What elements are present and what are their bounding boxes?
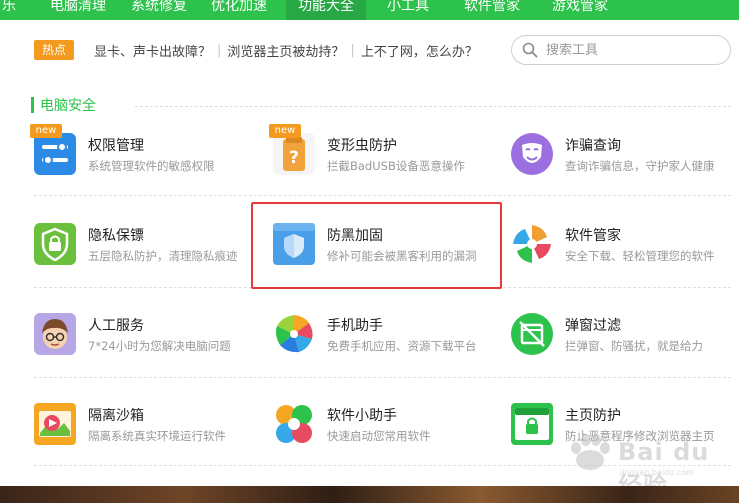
sandbox-icon (34, 403, 76, 445)
tool-permission-manager[interactable]: new 权限管理 系统管理软件的敏感权限 (30, 124, 274, 181)
watermark-url: jingyan.baidu.com (620, 468, 694, 477)
hot-badge: 热点 (34, 40, 74, 60)
selection-highlight-box (251, 202, 502, 289)
tool-name: 软件管家 (565, 228, 621, 244)
tool-name: 权限管理 (88, 138, 144, 154)
tool-name: 软件小助手 (327, 408, 397, 424)
tool-sandbox[interactable]: 隔离沙箱 隔离系统真实环境运行软件 (34, 403, 274, 451)
software-manager-icon (513, 225, 551, 263)
tab-software[interactable]: 软件管家 (460, 0, 524, 20)
tool-popup-filter[interactable]: 弹窗过滤 拦弹窗、防骚扰，就是给力 (511, 313, 739, 361)
tool-name: 隐私保镖 (88, 228, 144, 244)
top-nav: 乐 电脑清理 系统修复 优化加速 功能大全 小工具 软件管家 游戏管家 (0, 0, 739, 20)
tool-desc: 五层隐私防护，清理隐私痕迹 (88, 249, 238, 263)
popup-filter-icon (511, 313, 553, 355)
tool-privacy-guard[interactable]: 隐私保镖 五层隐私防护，清理隐私痕迹 (34, 223, 274, 271)
hot-links: 显卡、声卡出故障？ | 浏览器主页被劫持？ | 上不了网，怎么办？ (94, 41, 478, 60)
tool-amoeba-protection[interactable]: new ? 变形虫防护 拦截BadUSB设备恶意操作 (269, 124, 513, 181)
tool-desc: 查询诈骗信息，守护家人健康 (565, 159, 715, 173)
baidu-paw-icon (571, 434, 610, 470)
tool-desc: 7*24小时为您解决电脑问题 (88, 339, 231, 353)
tool-name: 变形虫防护 (327, 138, 397, 154)
tool-software-manager[interactable]: 软件管家 安全下载、轻松管理您的软件 (511, 223, 739, 271)
tool-search-box[interactable] (511, 35, 731, 65)
human-service-icon (34, 313, 76, 355)
fraud-mask-icon (511, 133, 553, 175)
tool-desc: 拦弹窗、防骚扰，就是给力 (565, 339, 703, 353)
tab-speedup[interactable]: 优化加速 (207, 0, 271, 20)
tool-desc: 隔离系统真实环境运行软件 (88, 429, 226, 443)
tool-desc: 免费手机应用、资源下载平台 (327, 339, 477, 353)
tool-software-helper[interactable]: 软件小助手 快速启动您常用软件 (273, 403, 513, 451)
tab-games[interactable]: 游戏管家 (548, 0, 612, 20)
tool-name: 诈骗查询 (565, 138, 621, 154)
tool-name: 人工服务 (88, 318, 144, 334)
section-title: 电脑安全 (40, 98, 96, 114)
tab-features[interactable]: 功能大全 (286, 0, 366, 20)
section-divider (135, 106, 731, 107)
section-accent-bar (31, 97, 34, 113)
svg-text:?: ? (289, 148, 299, 168)
new-tag: new (30, 124, 62, 138)
search-icon (522, 42, 538, 58)
privacy-lock-icon (34, 223, 76, 265)
hot-separator: | (350, 42, 355, 58)
tool-desc: 安全下载、轻松管理您的软件 (565, 249, 715, 263)
tab-tools[interactable]: 小工具 (378, 0, 438, 20)
tool-fraud-query[interactable]: 诈骗查询 查询诈骗信息，守护家人健康 (511, 133, 739, 181)
search-input[interactable] (546, 42, 706, 58)
hot-link-browser-hijack[interactable]: 浏览器主页被劫持？ (227, 41, 344, 60)
new-tag: new (269, 124, 301, 138)
phone-assistant-icon (276, 315, 313, 353)
tool-desc: 快速启动您常用软件 (327, 429, 431, 443)
tool-human-service[interactable]: 人工服务 7*24小时为您解决电脑问题 (34, 313, 274, 361)
hot-topics-bar: 热点 显卡、声卡出故障？ | 浏览器主页被劫持？ | 上不了网，怎么办？ (34, 38, 478, 62)
hot-separator: | (217, 42, 222, 58)
tab-home[interactable]: 乐 (0, 0, 24, 20)
tab-repair[interactable]: 系统修复 (129, 0, 189, 20)
baidu-watermark: Bai du 经验 jingyan.baidu.com (560, 428, 730, 500)
section-header: 电脑安全 (31, 96, 96, 114)
tool-phone-assistant[interactable]: 手机助手 免费手机应用、资源下载平台 (273, 313, 513, 361)
hot-link-sound-card[interactable]: 显卡、声卡出故障？ (94, 41, 211, 60)
hot-link-no-internet[interactable]: 上不了网，怎么办？ (361, 41, 478, 60)
tool-name: 弹窗过滤 (565, 318, 621, 334)
software-helper-icon (276, 405, 312, 443)
tool-desc: 拦截BadUSB设备恶意操作 (327, 159, 465, 173)
tab-clean[interactable]: 电脑清理 (46, 0, 110, 20)
amoeba-shield-icon: ? (273, 133, 315, 175)
bottom-banner-image (0, 486, 739, 503)
tool-name: 隔离沙箱 (88, 408, 144, 424)
row-divider (34, 377, 731, 378)
homepage-guard-icon (511, 403, 553, 445)
tool-name: 主页防护 (565, 408, 621, 424)
row-divider (34, 195, 731, 196)
tool-desc: 系统管理软件的敏感权限 (88, 159, 215, 173)
tool-name: 手机助手 (327, 318, 383, 334)
permission-icon (34, 133, 76, 175)
